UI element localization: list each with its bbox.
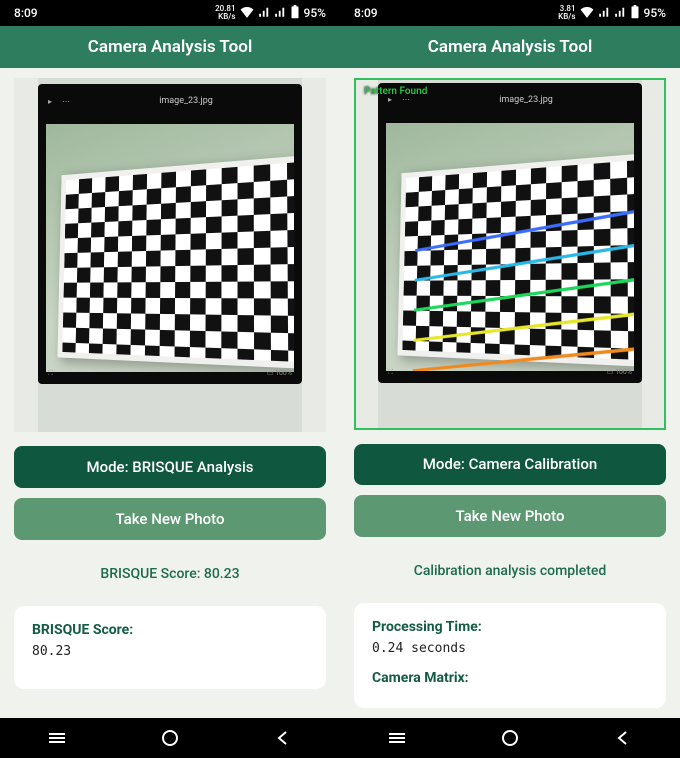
- battery-icon: [290, 5, 300, 22]
- wifi-icon: [580, 6, 594, 21]
- processing-time-value: 0.24 seconds: [372, 641, 648, 656]
- analysis-status: Calibration analysis completed: [354, 563, 666, 579]
- status-time: 8:09: [354, 6, 378, 20]
- app-title: Camera Analysis Tool: [428, 37, 593, 57]
- mode-button[interactable]: Mode: Camera Calibration: [354, 444, 666, 486]
- image-filename: image_23.jpg: [159, 96, 213, 106]
- score-label: BRISQUE Score:: [32, 622, 308, 638]
- score-value: 80.23: [32, 644, 308, 659]
- take-photo-label: Take New Photo: [116, 510, 225, 528]
- pattern-found-label: Pattern Found: [364, 86, 427, 97]
- network-speed: 20.81 KB/s: [215, 5, 235, 21]
- nav-home[interactable]: [158, 726, 182, 750]
- android-nav-bar: [0, 718, 340, 758]
- nav-back[interactable]: [271, 726, 295, 750]
- signal-icon: [258, 6, 270, 21]
- camera-matrix-label: Camera Matrix:: [372, 670, 648, 686]
- analysis-image: ▸ ⋯ image_23.jpg ⛶▭ 100%: [14, 78, 326, 432]
- content-area: ▸ ⋯ image_23.jpg ⛶▭ 100% Mode: BRISQUE A…: [0, 68, 340, 718]
- take-photo-label: Take New Photo: [456, 507, 565, 525]
- more-icon: ⋯: [62, 97, 70, 106]
- app-header: Camera Analysis Tool: [0, 26, 340, 68]
- android-status-bar: 8:09 3.81 KB/s 95%: [340, 0, 680, 26]
- mode-button[interactable]: Mode: BRISQUE Analysis: [14, 446, 326, 488]
- app-title: Camera Analysis Tool: [88, 37, 253, 57]
- phone-brisque: 8:09 20.81 KB/s 95% Camera Analysis Tool…: [0, 0, 340, 758]
- mode-button-label: Mode: BRISQUE Analysis: [86, 458, 253, 476]
- android-status-bar: 8:09 20.81 KB/s 95%: [0, 0, 340, 26]
- content-area: Pattern Found ▸ ⋯ image_23.jpg: [340, 68, 680, 718]
- mode-button-label: Mode: Camera Calibration: [423, 455, 597, 473]
- battery-icon: [630, 5, 640, 22]
- nav-back[interactable]: [611, 726, 635, 750]
- result-card: Processing Time: 0.24 seconds Camera Mat…: [354, 603, 666, 708]
- image-filename: image_23.jpg: [499, 95, 553, 105]
- battery-percent: 95%: [304, 6, 326, 20]
- calibration-image: Pattern Found ▸ ⋯ image_23.jpg: [354, 78, 666, 430]
- wifi-icon: [240, 6, 254, 21]
- signal-icon-2: [274, 6, 286, 21]
- play-icon: ▸: [48, 97, 52, 106]
- app-header: Camera Analysis Tool: [340, 26, 680, 68]
- processing-time-label: Processing Time:: [372, 619, 648, 635]
- result-card: BRISQUE Score: 80.23: [14, 606, 326, 689]
- take-photo-button[interactable]: Take New Photo: [14, 498, 326, 540]
- signal-icon-2: [614, 6, 626, 21]
- signal-icon: [598, 6, 610, 21]
- take-photo-button[interactable]: Take New Photo: [354, 495, 666, 537]
- battery-percent: 95%: [644, 6, 666, 20]
- status-time: 8:09: [14, 6, 38, 20]
- status-right: 20.81 KB/s 95%: [215, 5, 326, 22]
- phone-calibration: 8:09 3.81 KB/s 95% Camera Analysis Tool …: [340, 0, 680, 758]
- nav-home[interactable]: [498, 726, 522, 750]
- status-right: 3.81 KB/s 95%: [558, 5, 666, 22]
- nav-recents[interactable]: [385, 726, 409, 750]
- analysis-status: BRISQUE Score: 80.23: [14, 566, 326, 582]
- nav-recents[interactable]: [45, 726, 69, 750]
- android-nav-bar: [340, 718, 680, 758]
- network-speed: 3.81 KB/s: [558, 5, 575, 21]
